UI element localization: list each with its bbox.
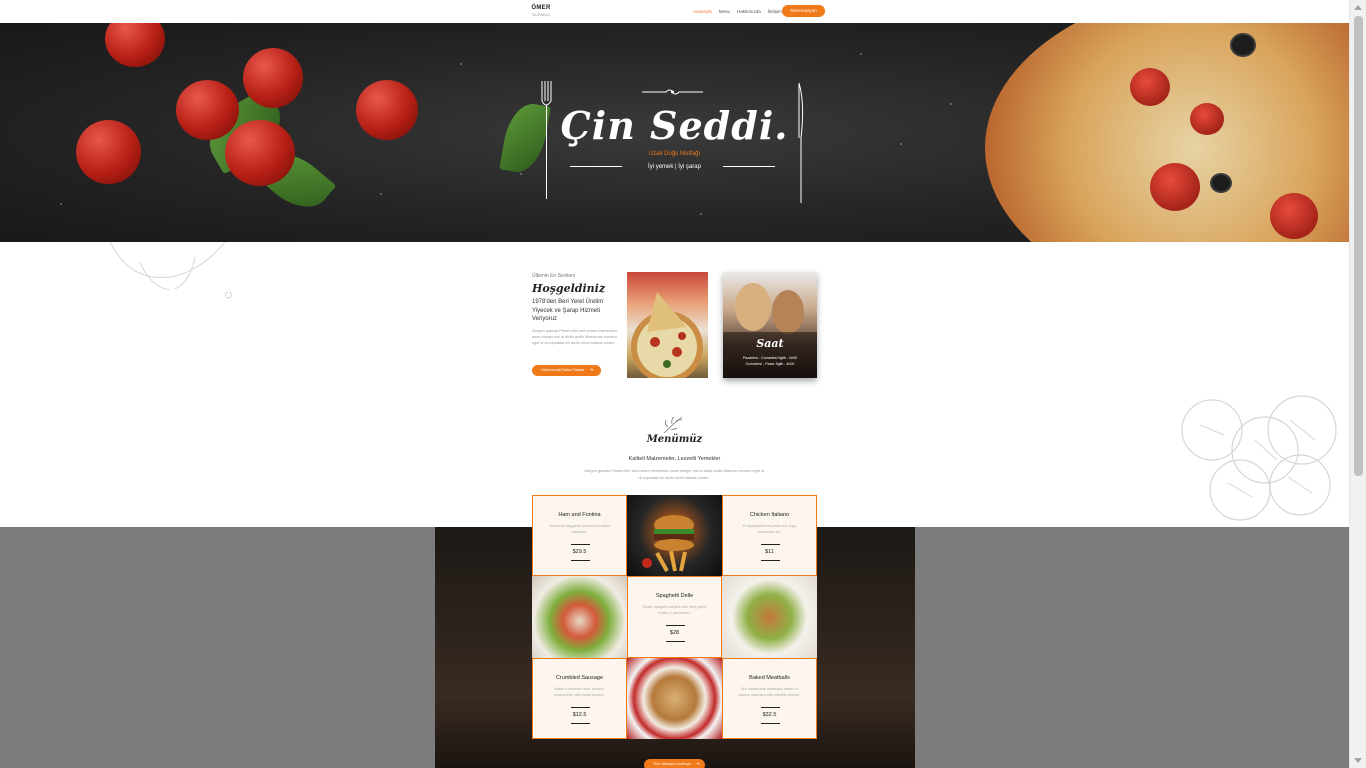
divider (761, 544, 780, 545)
dish-name: Spaghetti Delle (655, 593, 694, 599)
tomato-image (243, 48, 303, 108)
menu-item-card[interactable]: Chicken Italiano Fruitpeperferent pasta … (722, 495, 817, 576)
divider (666, 625, 685, 626)
welcome-subtitle: 1978'den Beri Yerel Üretim Yiyecek ve Şa… (532, 299, 604, 322)
menu-item-card[interactable]: Ham and Fontina Bresaola biaggiotti panc… (532, 495, 627, 576)
arrow-right-icon: ➔ (696, 762, 700, 766)
scroll-up-icon[interactable] (1354, 5, 1362, 10)
dish-description: Italian crumbled herb, fontina, mozzarel… (554, 687, 605, 697)
dish-price: $32.5 (762, 712, 777, 718)
divider (571, 723, 590, 724)
about-more-button[interactable]: Hakkımızda Daha Fazlası ➔ (532, 365, 601, 376)
hours-line-2: Cumartesi - Pazar 9glib - 4h00 (745, 362, 795, 366)
menu-body: Gorgon gravida Planet nibh sed ornare el… (584, 469, 764, 480)
divider (571, 544, 590, 545)
divider (571, 707, 590, 708)
pizza-slice-photo (627, 272, 708, 378)
dish-price: $11 (765, 549, 774, 555)
dish-price: $12.5 (572, 712, 587, 718)
hero-banner: Çin Seddi. Uzak Doğu Mutfağı İyi yemek |… (0, 23, 1349, 242)
welcome-eyebrow: Ülkenin En Sevileni (532, 273, 576, 279)
logo-line-1: ÖMER (531, 5, 551, 11)
nav-menu[interactable]: Menu (719, 8, 730, 15)
hero-title: Çin Seddi. (560, 103, 789, 148)
burger-photo (627, 495, 722, 576)
scrollbar-thumb[interactable] (1354, 16, 1363, 476)
full-menu-label: Tüm Menüyü İnceleyin (653, 762, 692, 766)
brand-logo[interactable]: ÖMER DURMUŞ (528, 5, 554, 19)
menu-grid: Ham and Fontina Bresaola biaggiotti panc… (532, 495, 817, 739)
hours-title: Saat (756, 337, 784, 350)
hero-subtitle: Uzak Doğu Mutfağı (648, 151, 701, 157)
ornament-icon (642, 89, 703, 95)
hours-card: Saat Pazartesi - Cumartesi 9glib - 0e06 … (723, 272, 817, 378)
full-menu-button[interactable]: Tüm Menüyü İnceleyin ➔ (644, 759, 705, 768)
vertical-scrollbar[interactable] (1349, 0, 1366, 768)
nav-home[interactable]: Anasayfa (693, 8, 712, 15)
tomato-image (105, 23, 165, 67)
dish-price: $28 (669, 630, 680, 636)
welcome-title: Hoşgeldiniz (532, 282, 606, 295)
dish-name: Chicken Italiano (749, 512, 790, 518)
divider (666, 641, 685, 642)
site-header: ÖMER DURMUŞ Anasayfa Menu Hakkımızda İle… (0, 0, 1349, 23)
nav-contact[interactable]: İletişim (768, 8, 782, 15)
dish-description: Rustic spagetti loaded with herb garlic … (642, 605, 707, 615)
dish-name: Baked Meatballs (749, 675, 790, 681)
dish-name: Crumbled Sausage (555, 675, 604, 681)
divider (571, 560, 590, 561)
dish-description: Bresaola biaggiotti pancet ma salad bara… (549, 524, 610, 534)
divider (761, 560, 780, 561)
about-more-label: Hakkımızda Daha Fazlası (541, 368, 585, 372)
dish-name: Ham and Fontina (558, 512, 601, 518)
reservation-button[interactable]: Rezervasyon (782, 5, 825, 17)
page: ÖMER DURMUŞ Anasayfa Menu Hakkımızda İle… (0, 0, 1349, 768)
menu-item-card[interactable]: Baked Meatballs Our handmade meatballs b… (722, 658, 817, 739)
menu-title: Menümüz (646, 434, 703, 445)
menu-item-card[interactable]: Spaghetti Delle Rustic spagetti loaded w… (627, 576, 722, 658)
dish-price: $29.5 (572, 549, 587, 555)
dish-description: Fruitpeperferent pasta nuc rega ekmentur… (742, 524, 797, 534)
herb-sketch-decoration (109, 242, 232, 299)
main-nav: Anasayfa Menu Hakkımızda İletişim (693, 8, 782, 15)
welcome-body: Gorgon gravida Planet nibh sed ornare el… (532, 328, 618, 345)
menu-item-card[interactable]: Crumbled Sausage Italian crumbled herb, … (532, 658, 627, 739)
nav-about[interactable]: Hakkımızda (737, 8, 761, 15)
hours-line-1: Pazartesi - Cumartesi 9glib - 0e06 (742, 356, 798, 360)
divider (761, 723, 780, 724)
herb-ornament-icon (663, 416, 683, 434)
menu-subtitle: Kaliteli Malzemeler, Lezzetli Yemekler (628, 456, 721, 462)
pizza-photo (627, 658, 722, 739)
dish-description: Our handmade meatballs baked in savory m… (738, 687, 801, 697)
divider (761, 707, 780, 708)
hero-tagline: İyi yemek | İyi şarap (648, 164, 701, 170)
chicken-photo (722, 576, 817, 658)
logo-line-2: DURMUŞ (532, 12, 550, 17)
salad-photo (532, 576, 627, 658)
arrow-right-icon: ➔ (589, 368, 593, 372)
scroll-down-icon[interactable] (1354, 758, 1362, 763)
welcome-block: Ülkenin En Sevileni Hoşgeldiniz 1978'den… (532, 273, 624, 346)
